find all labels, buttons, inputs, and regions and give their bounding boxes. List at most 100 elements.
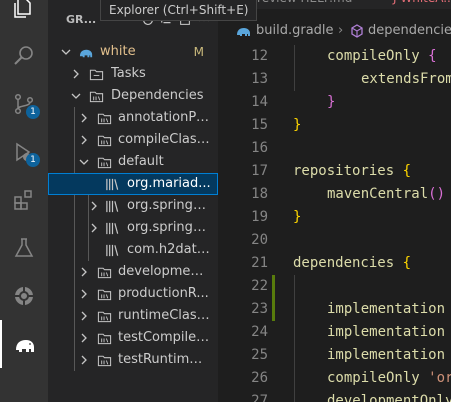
source-control-icon[interactable]: 1	[0, 80, 48, 128]
tree-item-dependency[interactable]: com.h2data...	[48, 239, 218, 261]
code-text: implementation	[327, 347, 446, 363]
line-number: 13	[251, 71, 268, 87]
project-root-white[interactable]: white M	[48, 41, 218, 63]
breadcrumb-file[interactable]: build.gradle	[256, 20, 334, 42]
tree-label: Dependencies	[111, 88, 204, 103]
code-text: repositories {	[293, 163, 412, 179]
tree-item-configuration[interactable]: productionR...	[48, 283, 218, 305]
tree-item-configuration[interactable]: runtimeClass...	[48, 305, 218, 327]
code-line[interactable]: 23 implementation	[218, 298, 451, 321]
tree-item-tasks[interactable]: Tasks	[48, 63, 218, 85]
code-line[interactable]: 20	[218, 229, 451, 252]
line-number: 19	[251, 209, 268, 225]
tab-preview-help[interactable]: Preview HELP.md	[250, 0, 352, 9]
code-line[interactable]: 16	[218, 137, 451, 160]
tree-label: com.h2data...	[127, 242, 210, 257]
tree-label: development...	[118, 264, 210, 279]
line-number: 14	[251, 94, 268, 110]
library-folder-icon	[96, 286, 112, 302]
code-line[interactable]: 25 implementation	[218, 344, 451, 367]
code-line[interactable]: 26 compileOnly 'or	[218, 367, 451, 390]
gradle-sidebar: GR... Explorer (Ctrl+Shift+E) white M Ta…	[48, 0, 258, 402]
tree-item-configuration[interactable]: testRuntimeC...	[48, 349, 218, 371]
testing-icon[interactable]	[0, 224, 48, 272]
tree-item-configuration[interactable]: development...	[48, 261, 218, 283]
chevron-right-icon	[78, 129, 90, 151]
tree-label: Tasks	[111, 66, 146, 81]
tree-item-dependency[interactable]: org.springfr...	[48, 217, 218, 239]
code-text: compileOnly 'or	[327, 370, 451, 386]
run-debug-icon[interactable]: 1	[0, 128, 48, 176]
code-text: }	[293, 117, 302, 133]
code-text: implementation	[327, 324, 446, 340]
tree-item-dependency-selected[interactable]: org.mariad...	[48, 173, 218, 195]
gradle-project-icon	[78, 44, 94, 60]
gradle-elephant-icon[interactable]	[0, 320, 48, 368]
tab-java-file[interactable]: J WhiteA...	[393, 0, 451, 9]
code-line[interactable]: 21 dependencies {	[218, 252, 451, 275]
tree-item-configuration[interactable]: testCompileC...	[48, 327, 218, 349]
modified-indicator: M	[193, 45, 204, 59]
remote-icon[interactable]	[0, 272, 48, 320]
chevron-down-icon	[60, 41, 72, 63]
tree-label: default	[118, 154, 164, 169]
run-debug-badge: 1	[26, 153, 40, 167]
tree-label: productionR...	[118, 286, 209, 301]
tree-label: org.springfr...	[127, 198, 210, 213]
chevron-right-icon	[70, 63, 82, 85]
project-label: white	[100, 44, 136, 59]
activity-bar: 1 1	[0, 0, 48, 402]
library-icon	[104, 242, 120, 258]
code-line[interactable]: 22	[218, 275, 451, 298]
breadcrumb-separator-icon: ›	[338, 23, 344, 38]
code-text: dependencies {	[293, 255, 412, 271]
library-folder-icon	[96, 264, 112, 280]
chevron-right-icon	[88, 217, 100, 239]
chevron-right-icon	[78, 261, 90, 283]
tree-item-dependencies[interactable]: Dependencies	[48, 85, 218, 107]
extensions-icon[interactable]	[0, 176, 48, 224]
library-folder-icon	[96, 132, 112, 148]
line-number: 27	[251, 393, 268, 402]
code-line[interactable]: 14 }	[218, 91, 451, 114]
breadcrumb-symbol[interactable]: dependencies	[368, 20, 451, 42]
code-line[interactable]: 13 extendsFrom	[218, 68, 451, 91]
chevron-right-icon	[78, 349, 90, 371]
library-folder-icon	[88, 88, 104, 104]
sidebar-title: GR...	[66, 13, 97, 26]
code-line[interactable]: 19 }	[218, 206, 451, 229]
code-line[interactable]: 27 developmentOnly	[218, 390, 451, 402]
gradle-file-icon	[236, 24, 252, 38]
source-control-badge: 1	[26, 105, 40, 119]
search-icon[interactable]	[0, 32, 48, 80]
code-text: extendsFrom	[361, 71, 451, 87]
chevron-down-icon	[70, 85, 82, 107]
code-line[interactable]: 24 implementation	[218, 321, 451, 344]
code-text: compileOnly {	[327, 48, 437, 64]
explorer-icon[interactable]	[0, 0, 48, 32]
code-text: mavenCentral()	[327, 186, 446, 202]
breadcrumb: build.gradle › dependencies	[218, 20, 451, 42]
tree-label: compileClass...	[118, 132, 210, 147]
library-icon	[104, 220, 120, 236]
code-line[interactable]: 12 compileOnly {	[218, 45, 451, 68]
tree-item-dependency[interactable]: org.springfr...	[48, 195, 218, 217]
chevron-right-icon	[78, 305, 90, 327]
folder-icon	[88, 66, 104, 82]
line-number: 20	[251, 232, 268, 248]
code-line[interactable]: 18 mavenCentral()	[218, 183, 451, 206]
code-line[interactable]: 17 repositories {	[218, 160, 451, 183]
tree-item-default[interactable]: default	[48, 151, 218, 173]
line-number: 21	[251, 255, 268, 271]
tree-label: org.mariad...	[127, 176, 211, 191]
chevron-right-icon	[78, 283, 90, 305]
tree-item-configuration[interactable]: compileClass...	[48, 129, 218, 151]
tree-label: annotationPr...	[118, 110, 210, 125]
code-text: developmentOnly	[327, 393, 451, 402]
tree-item-configuration[interactable]: annotationPr...	[48, 107, 218, 129]
line-number: 25	[251, 347, 268, 363]
line-number: 17	[251, 163, 268, 179]
library-folder-icon	[96, 330, 112, 346]
library-folder-icon	[96, 110, 112, 126]
code-line[interactable]: 15 }	[218, 114, 451, 137]
